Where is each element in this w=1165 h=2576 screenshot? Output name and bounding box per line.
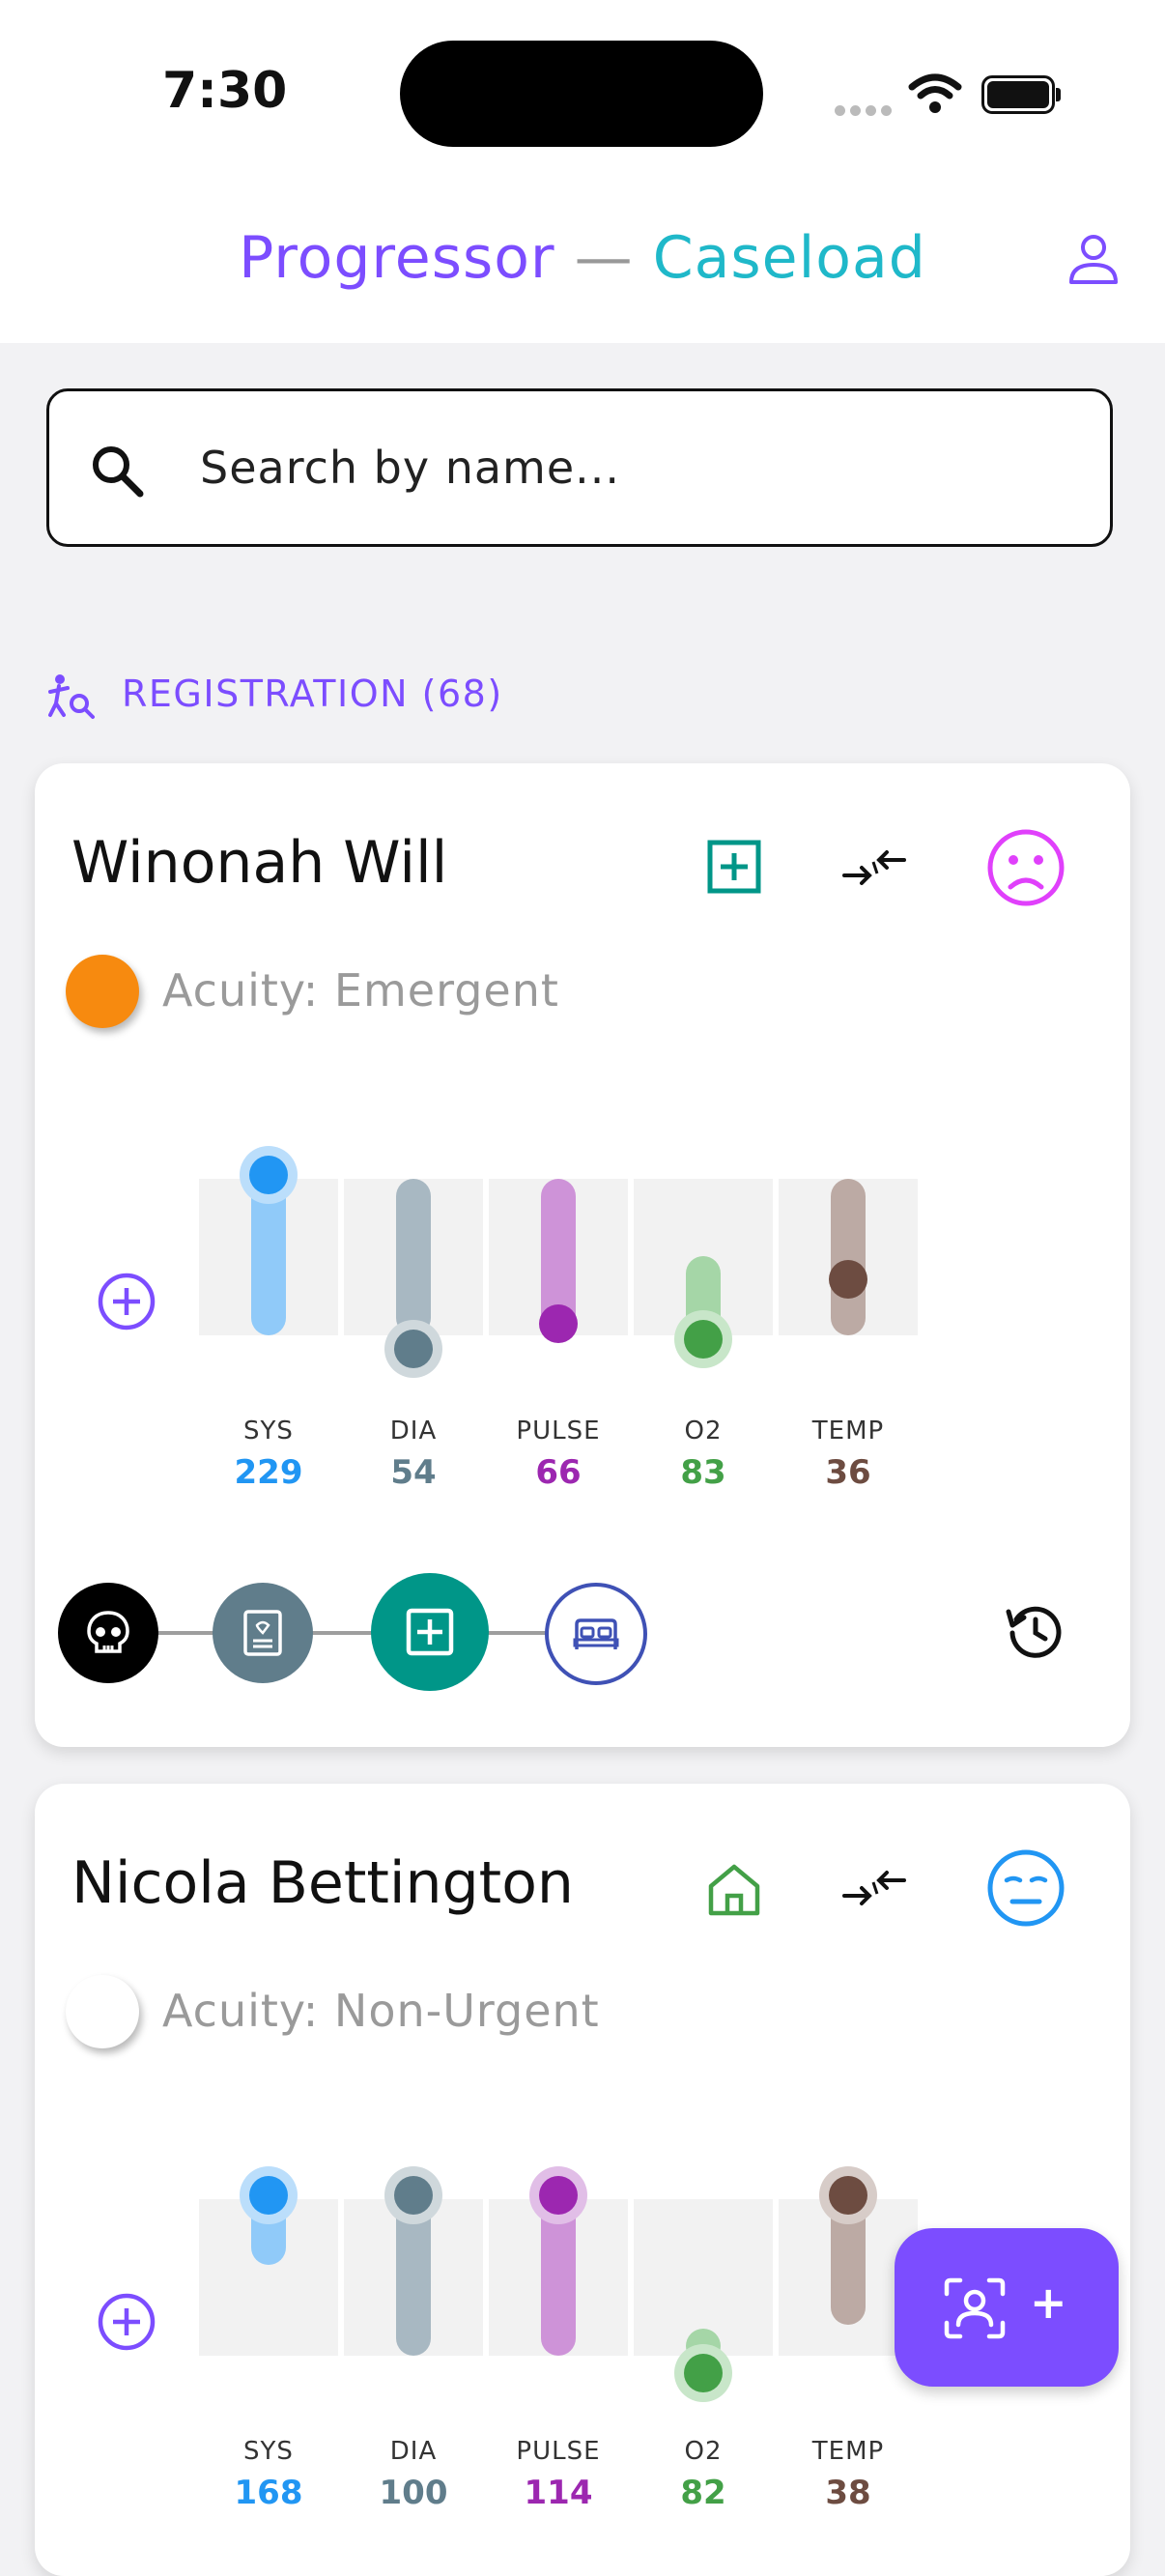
sad-face-icon[interactable] — [985, 827, 1066, 908]
vital-temp-text: TEMP 38 — [779, 2437, 918, 2524]
acuity-label: Acuity: Emergent — [162, 964, 559, 1016]
title-separator: — — [574, 224, 634, 292]
vital-value: 168 — [234, 2474, 303, 2512]
vital-label: O2 — [684, 1417, 723, 1445]
acuity-indicator — [66, 1975, 139, 2048]
vital-label: SYS — [243, 1417, 294, 1445]
face-scan-icon — [944, 2277, 1006, 2339]
signal-icon — [835, 101, 896, 120]
vital-value: 229 — [234, 1453, 303, 1492]
vital-sys — [199, 1146, 338, 1391]
vital-value: 38 — [825, 2474, 871, 2512]
add-vitals-icon[interactable] — [97, 1272, 156, 1331]
vital-label: PULSE — [516, 1417, 601, 1445]
vital-o2-text: O2 82 — [634, 2437, 773, 2524]
vital-value: 36 — [825, 1453, 871, 1492]
vital-dia — [344, 2166, 483, 2412]
app-name: Progressor — [239, 224, 555, 292]
patient-name: Nicola Bettington — [71, 1849, 574, 1917]
battery-icon — [981, 75, 1061, 114]
vital-label: TEMP — [811, 2437, 885, 2466]
vital-value: 54 — [390, 1453, 437, 1492]
vital-value: 83 — [680, 1453, 726, 1492]
patient-card[interactable]: Nicola Bettington Acuity: Non-Urgent SYS… — [35, 1784, 1130, 2576]
vital-value: 100 — [379, 2474, 448, 2512]
meh-face-icon[interactable] — [985, 1847, 1066, 1929]
vital-label: DIA — [389, 1417, 438, 1445]
profile-icon[interactable] — [1066, 232, 1121, 286]
collapse-arrows-icon[interactable] — [840, 1861, 908, 1915]
vital-temp — [779, 1150, 918, 1391]
search-placeholder: Search by name... — [200, 442, 621, 494]
chart-icon — [243, 1610, 282, 1656]
timeline-step-deceased[interactable] — [58, 1583, 158, 1683]
acuity-indicator — [66, 955, 139, 1028]
vital-sys-text: SYS 229 — [199, 1417, 338, 1503]
plus-icon: + — [1030, 2276, 1067, 2329]
vital-label: O2 — [684, 2437, 723, 2466]
vital-dia-text: DIA 54 — [344, 1417, 483, 1503]
app-header: Progressor — Caseload — [0, 184, 1165, 343]
add-patient-button[interactable]: + — [895, 2228, 1119, 2387]
patient-name: Winonah Will — [71, 829, 448, 897]
vital-pulse — [489, 2166, 628, 2412]
vital-value: 66 — [535, 1453, 582, 1492]
vital-pulse — [489, 1150, 628, 1391]
history-icon[interactable] — [1005, 1600, 1066, 1662]
vital-pulse-text: PULSE 66 — [489, 1417, 628, 1503]
status-time: 7:30 — [162, 62, 288, 120]
vital-dia — [344, 1150, 483, 1391]
timeline-step-chart[interactable] — [213, 1583, 313, 1683]
medical-plus-icon — [406, 1608, 454, 1656]
vital-label: DIA — [389, 2437, 438, 2466]
timeline-step-admit[interactable] — [545, 1583, 647, 1685]
section-name: Caseload — [652, 224, 926, 292]
vital-temp-text: TEMP 36 — [779, 1417, 918, 1503]
vital-value: 114 — [524, 2474, 593, 2512]
vital-sys — [199, 2166, 338, 2412]
search-input[interactable]: Search by name... — [46, 388, 1113, 547]
vital-sys-text: SYS 168 — [199, 2437, 338, 2524]
search-icon — [93, 446, 144, 498]
section-title: REGISTRATION (68) — [122, 673, 503, 715]
status-bar: 7:30 — [0, 0, 1165, 184]
timeline-step-medical[interactable] — [371, 1573, 489, 1691]
wifi-icon — [908, 73, 962, 113]
vital-dia-text: DIA 100 — [344, 2437, 483, 2524]
skull-icon — [87, 1611, 129, 1653]
dynamic-island — [400, 41, 763, 147]
collapse-arrows-icon[interactable] — [840, 841, 908, 895]
add-vitals-icon[interactable] — [97, 2292, 156, 2352]
vital-o2 — [634, 1150, 773, 1391]
vital-value: 82 — [680, 2474, 726, 2512]
vital-o2-text: O2 83 — [634, 1417, 773, 1503]
home-icon[interactable] — [705, 1861, 763, 1917]
person-search-icon — [48, 674, 95, 719]
bed-icon — [573, 1618, 619, 1649]
medical-plus-icon[interactable] — [705, 839, 763, 895]
vital-label: SYS — [243, 2437, 294, 2466]
page-title: Progressor — Caseload — [0, 224, 1165, 292]
patient-card[interactable]: Winonah Will Acuity: Emergent SYS 229 DI… — [35, 763, 1130, 1747]
vital-pulse-text: PULSE 114 — [489, 2437, 628, 2524]
vital-o2 — [634, 2170, 773, 2412]
acuity-label: Acuity: Non-Urgent — [162, 1985, 600, 2037]
vital-label: PULSE — [516, 2437, 601, 2466]
vital-label: TEMP — [811, 1417, 885, 1445]
